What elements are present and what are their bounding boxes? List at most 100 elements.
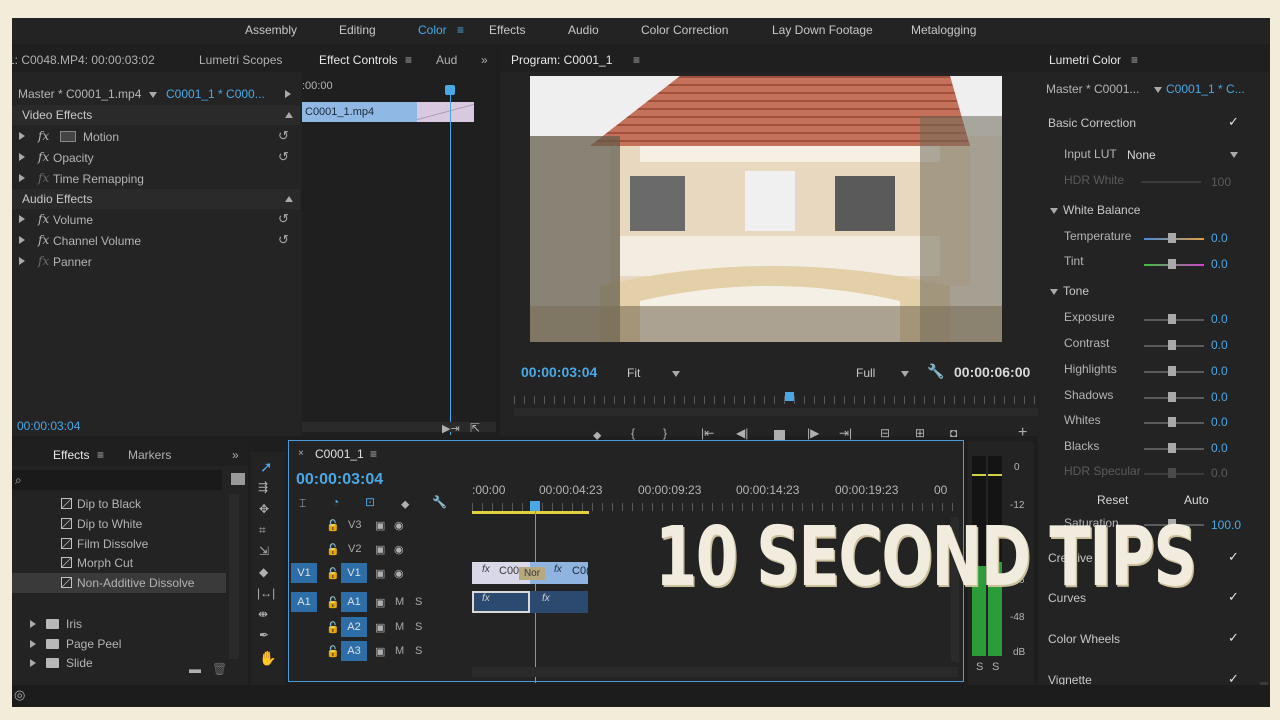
source-patch-button[interactable]: V1: [291, 563, 317, 583]
rate-stretch-icon[interactable]: ⇲: [259, 544, 269, 558]
reset-icon[interactable]: ↺: [278, 149, 289, 165]
add-button-icon[interactable]: +: [1018, 424, 1027, 442]
track-target-button[interactable]: A3: [341, 641, 367, 661]
tone-value[interactable]: 0.0: [1211, 312, 1228, 326]
fx-icon[interactable]: fx: [38, 212, 49, 226]
transition-label[interactable]: Nor: [519, 567, 545, 580]
reset-icon[interactable]: ↺: [278, 128, 289, 144]
expand-icon[interactable]: [19, 257, 25, 265]
filter-icon[interactable]: ▶⇥: [442, 422, 460, 435]
chevron-down-icon[interactable]: [149, 92, 157, 98]
add-marker-icon[interactable]: ⬥: [401, 497, 409, 512]
lock-icon[interactable]: 🔓: [326, 519, 340, 532]
sequence-clip-label[interactable]: C0001_1 * C000...: [166, 87, 265, 101]
reset-icon[interactable]: ↺: [278, 211, 289, 227]
tone-value[interactable]: 0.0: [1211, 364, 1228, 378]
lock-icon[interactable]: 🔓: [326, 543, 340, 556]
pen-icon[interactable]: ✒: [259, 628, 269, 642]
overflow-icon[interactable]: »: [232, 448, 239, 462]
tone-header[interactable]: Tone: [1063, 284, 1089, 298]
tab-effects[interactable]: Effects: [53, 448, 89, 462]
mark-out-icon[interactable]: }: [663, 426, 667, 440]
eye-icon[interactable]: ◉: [394, 519, 404, 532]
tone-slider-thumb[interactable]: [1168, 417, 1176, 427]
slip-icon[interactable]: |↔|: [257, 586, 275, 600]
effects-list-item[interactable]: Morph Cut: [12, 553, 226, 573]
reset-icon[interactable]: ↺: [278, 232, 289, 248]
curves-checkbox[interactable]: ✓: [1228, 589, 1239, 605]
mute-button[interactable]: M: [395, 621, 404, 633]
master-clip-label[interactable]: Master * C0001_1.mp4: [18, 87, 141, 101]
timeline-timecode[interactable]: 00:00:03:04: [296, 471, 383, 489]
tab-source[interactable]: 1: C0048.MP4: 00:00:03:02: [12, 53, 155, 67]
collapse-icon[interactable]: [285, 196, 293, 202]
ec-scrollbar[interactable]: [302, 422, 496, 432]
timeline-settings-wrench-icon[interactable]: 🔧: [432, 495, 447, 509]
tint-value[interactable]: 0.0: [1211, 257, 1228, 271]
go-to-out-icon[interactable]: ⇥|: [839, 426, 852, 440]
eye-icon[interactable]: ◉: [394, 543, 404, 556]
input-lut-select[interactable]: None: [1127, 148, 1156, 162]
white-balance-expand-icon[interactable]: [1050, 208, 1058, 214]
track-target-button[interactable]: V2: [348, 543, 361, 555]
effects-list-item[interactable]: Dip to White: [12, 514, 226, 534]
expand-icon[interactable]: [19, 215, 25, 223]
timeline-menu-icon[interactable]: ≡: [370, 447, 377, 461]
basic-correction-header[interactable]: Basic Correction: [1048, 116, 1136, 130]
program-zoom-bar[interactable]: [514, 408, 1040, 416]
tone-slider-thumb[interactable]: [1168, 392, 1176, 402]
basic-correction-checkbox[interactable]: ✓: [1228, 114, 1239, 130]
video-frame[interactable]: [530, 76, 1002, 342]
temperature-value[interactable]: 0.0: [1211, 231, 1228, 245]
solo-button[interactable]: S: [415, 596, 422, 608]
lumetri-menu-icon[interactable]: ≡: [1131, 53, 1138, 67]
play-icon[interactable]: [285, 90, 291, 98]
effect-controls-timecode[interactable]: 00:00:03:04: [17, 419, 80, 433]
track-target-button[interactable]: V1: [341, 563, 367, 583]
lumetri-title[interactable]: Lumetri Color: [1049, 53, 1121, 67]
sync-lock-icon[interactable]: ▣: [375, 543, 385, 556]
mark-in-icon[interactable]: {: [631, 426, 635, 440]
expand-icon[interactable]: [30, 659, 36, 667]
solo-left-button[interactable]: S: [976, 661, 983, 673]
lock-icon[interactable]: 🔓: [326, 621, 340, 634]
fx-icon[interactable]: fx: [38, 233, 49, 247]
tab-effect-controls[interactable]: Effect Controls: [319, 53, 397, 67]
sync-lock-icon[interactable]: ▣: [375, 519, 385, 532]
lumetri-master-label[interactable]: Master * C0001...: [1046, 82, 1139, 96]
timeline-playhead-icon[interactable]: [530, 501, 540, 511]
solo-button[interactable]: S: [415, 621, 422, 633]
color-wheels-checkbox[interactable]: ✓: [1228, 630, 1239, 646]
linked-selection-icon[interactable]: ◔: [332, 495, 339, 509]
extract-icon[interactable]: ⊞: [915, 426, 925, 440]
tone-value[interactable]: 0.0: [1211, 390, 1228, 404]
work-area-bar[interactable]: [472, 511, 589, 514]
workspace-menu-icon[interactable]: ≡: [457, 23, 464, 37]
fit-select[interactable]: Fit: [627, 366, 640, 380]
lock-icon[interactable]: 🔓: [326, 567, 340, 580]
tone-slider-thumb[interactable]: [1168, 366, 1176, 376]
solo-button[interactable]: S: [415, 645, 422, 657]
white-balance-header[interactable]: White Balance: [1063, 203, 1140, 217]
expand-icon[interactable]: [30, 620, 36, 628]
close-icon[interactable]: ×: [298, 448, 304, 459]
workspace-effects[interactable]: Effects: [489, 23, 525, 37]
tab-lumetri-scopes[interactable]: Lumetri Scopes: [199, 53, 282, 67]
track-target-button[interactable]: A2: [341, 617, 367, 637]
motion-transform-icon[interactable]: [60, 131, 76, 142]
slide-icon[interactable]: ⇼: [258, 607, 268, 621]
chevron-down-icon[interactable]: [1154, 87, 1162, 93]
effects-search-input[interactable]: ⌕: [12, 470, 222, 490]
tone-slider-thumb[interactable]: [1168, 340, 1176, 350]
lock-icon[interactable]: 🔓: [326, 645, 340, 658]
razor-icon[interactable]: ◆: [259, 565, 268, 579]
tone-value[interactable]: 0.0: [1211, 441, 1228, 455]
expand-icon[interactable]: [19, 174, 25, 182]
workspace-editing[interactable]: Editing: [339, 23, 376, 37]
hand-icon[interactable]: ✋: [259, 650, 276, 667]
export-icon[interactable]: ⇱: [470, 421, 480, 435]
ec-transition-clip[interactable]: [417, 102, 474, 122]
timeline-scrollbar[interactable]: [472, 667, 958, 677]
auto-button[interactable]: Auto: [1184, 493, 1209, 507]
solo-right-button[interactable]: S: [992, 661, 999, 673]
